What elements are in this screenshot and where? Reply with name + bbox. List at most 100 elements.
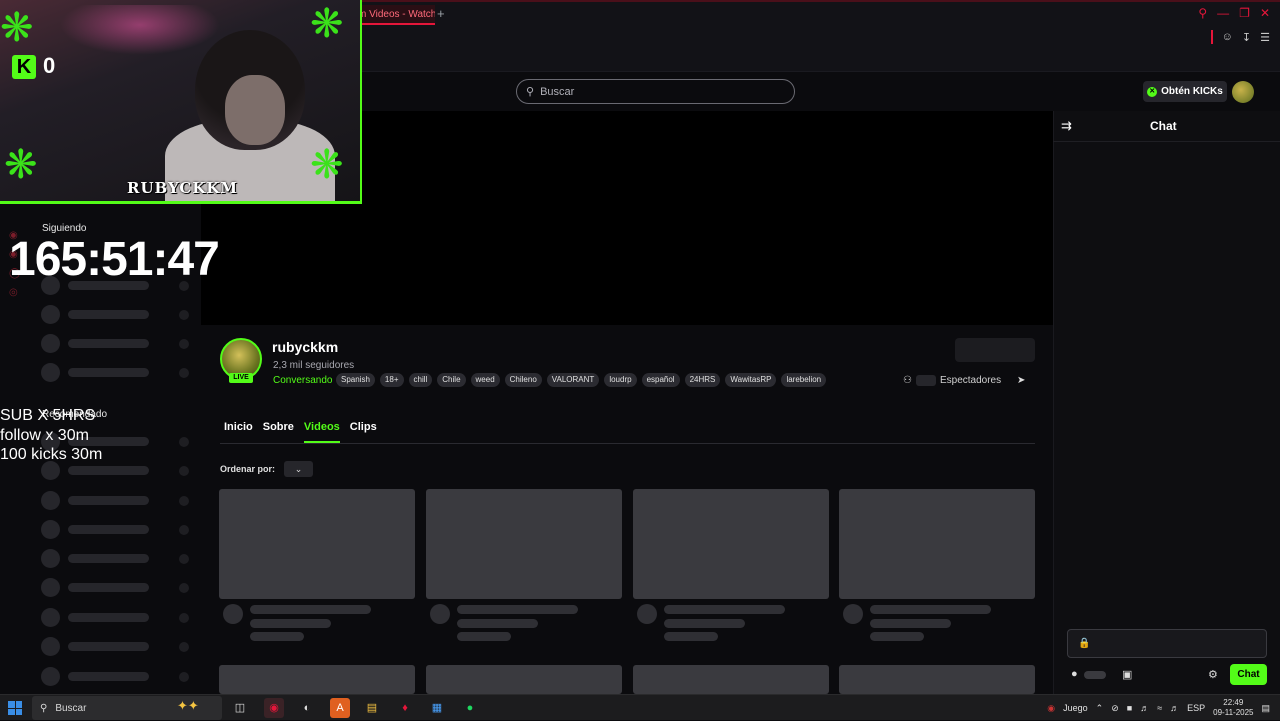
tag-chip[interactable]: larebelion (781, 373, 827, 387)
chevron-up-icon[interactable]: ⌃ (1096, 703, 1104, 714)
sidebar-skeleton-row (41, 305, 189, 324)
video-thumbnail-skeleton[interactable] (633, 665, 829, 694)
tag-chip[interactable]: Spanish (336, 373, 375, 387)
video-thumbnail-skeleton[interactable] (633, 489, 829, 599)
search-icon[interactable]: ⚲ (1198, 6, 1207, 20)
volume-icon[interactable]: ♬ (1140, 703, 1149, 713)
subathon-rules: SUB X 5HRS follow x 30m 100 kicks 30m (0, 406, 102, 465)
video-meta-skeleton (250, 605, 371, 614)
task-view-icon[interactable]: ◫ (230, 698, 250, 718)
chat-settings-icon[interactable]: ⚙ (1208, 668, 1218, 681)
video-meta-skeleton (250, 632, 304, 641)
browser-tab-active[interactable]: m Videos - Watch (355, 5, 435, 25)
account-icon[interactable]: ☺ (1222, 31, 1233, 43)
kicks-icon: ✕ (1147, 86, 1158, 97)
user-avatar[interactable] (1232, 81, 1254, 103)
leaf-decoration-icon: ❋ (310, 143, 344, 187)
tag-chip[interactable]: WawitasRP (725, 373, 777, 387)
browser-app-icon[interactable]: ◉ (264, 698, 284, 718)
video-avatar-skeleton (637, 604, 657, 624)
collapse-chat-icon[interactable]: ⇉ (1061, 118, 1072, 134)
toolbar-divider (1210, 30, 1213, 44)
rule-line: 100 kicks 30m (0, 446, 103, 463)
browser-toolbar: ☺ ↧ ☰ (1210, 30, 1270, 44)
store-app-icon[interactable]: ▦ (427, 698, 447, 718)
tag-chip[interactable]: español (641, 373, 680, 387)
streamer-name-graffiti: RUBYCKKM (127, 179, 239, 197)
channel-name[interactable]: rubyckkm (272, 339, 338, 355)
chevron-down-icon: ⌄ (294, 464, 303, 474)
chat-send-button[interactable]: Chat (1230, 664, 1267, 685)
search-input[interactable]: ⚲ Buscar (516, 79, 795, 104)
stream-category[interactable]: Conversando (273, 375, 332, 386)
sidebar-skeleton-row (41, 334, 189, 353)
chat-input[interactable]: 🔒 (1067, 629, 1267, 658)
tab-clips[interactable]: Clips (350, 421, 377, 443)
tag-chip[interactable]: VALORANT (546, 373, 600, 387)
tab-sobre[interactable]: Sobre (263, 421, 294, 443)
tab-videos[interactable]: Videos (303, 421, 340, 443)
points-skeleton (1084, 671, 1106, 679)
sidebar-skeleton-row (41, 549, 189, 568)
video-thumbnail-skeleton[interactable] (219, 489, 415, 599)
viewer-number-skeleton (915, 375, 936, 386)
speaker-icon[interactable]: ♬ (1170, 703, 1179, 713)
kick-logo-icon: K (12, 55, 36, 79)
window-controls: ⚲ — ❐ ✕ (1198, 6, 1270, 20)
tabs-divider (220, 443, 1035, 444)
game-label[interactable]: Juego (1063, 703, 1088, 713)
new-tab-button[interactable]: + (437, 6, 445, 21)
obs-app-icon[interactable]: ◐ (297, 698, 317, 718)
video-avatar-skeleton (430, 604, 450, 624)
store-icon[interactable]: ▣ (1122, 668, 1132, 681)
close-icon[interactable]: ✕ (1260, 6, 1270, 20)
tag-chip[interactable]: Chile (437, 373, 466, 387)
sidebar-skeleton-row (41, 637, 189, 656)
network-off-icon[interactable]: ⊘ (1111, 703, 1119, 714)
video-thumbnail-skeleton[interactable] (839, 665, 1035, 694)
wifi-icon[interactable]: ≈ (1157, 703, 1162, 713)
sidebar-skeleton-row (41, 578, 189, 597)
app-shield-icon[interactable]: ♦ (395, 698, 415, 718)
tag-chip[interactable]: loudrp (604, 373, 637, 387)
windows-start-icon[interactable] (8, 701, 22, 715)
video-thumbnail-skeleton[interactable] (426, 489, 622, 599)
video-meta-skeleton (457, 605, 578, 614)
get-kicks-button[interactable]: ✕ Obtén KICKs (1143, 81, 1227, 102)
restore-icon[interactable]: ❐ (1239, 6, 1250, 20)
menu-icon[interactable]: ☰ (1260, 31, 1270, 44)
video-thumbnail-skeleton[interactable] (426, 665, 622, 694)
tag-chip[interactable]: chill (408, 373, 433, 387)
tag-chip[interactable]: weed (470, 373, 500, 387)
minimize-icon[interactable]: — (1217, 6, 1229, 20)
share-icon[interactable]: ➤ (1017, 375, 1025, 386)
video-meta-skeleton (457, 632, 511, 641)
kicks-points-icon[interactable]: ● (1071, 668, 1078, 680)
download-icon[interactable]: ↧ (1242, 31, 1251, 44)
channel-tabs: Inicio Sobre Videos Clips (224, 421, 377, 443)
system-tray: ◉ Juego ⌃ ⊘ ■ ♬ ≈ ♬ ESP 22:49 09-11-2025… (1047, 695, 1270, 721)
clock[interactable]: 22:49 09-11-2025 (1213, 698, 1253, 718)
notifications-icon[interactable]: ▤ (1261, 703, 1270, 714)
tab-inicio[interactable]: Inicio (224, 421, 253, 443)
lock-icon: 🔒 (1078, 638, 1091, 649)
app-a-icon[interactable]: A (330, 698, 350, 718)
language-indicator[interactable]: ESP (1187, 703, 1205, 713)
video-meta-skeleton (664, 619, 745, 628)
sort-dropdown[interactable]: ⌄ (284, 461, 313, 477)
video-meta-skeleton (870, 605, 991, 614)
video-thumbnail-skeleton[interactable] (839, 489, 1035, 599)
microphone-icon[interactable]: ■ (1127, 703, 1132, 713)
tag-chip[interactable]: 24HRS (684, 373, 721, 387)
tag-chip[interactable]: 18+ (379, 373, 404, 387)
spotify-icon[interactable]: ● (460, 698, 480, 718)
kick-counter: 0 (43, 53, 56, 78)
search-placeholder: Buscar (540, 85, 575, 98)
copilot-sparkle-icon[interactable]: ✦✦ (177, 698, 199, 714)
video-thumbnail-skeleton[interactable] (219, 665, 415, 694)
settings-icon[interactable]: ◎ (9, 287, 20, 298)
game-icon[interactable]: ◉ (1047, 703, 1055, 714)
webcam-overlay: ❋ ❋ ❋ ❋ K 0 RUBYCKKM (0, 0, 362, 204)
tag-chip[interactable]: Chileno (504, 373, 542, 387)
file-explorer-icon[interactable]: ▤ (362, 698, 382, 718)
